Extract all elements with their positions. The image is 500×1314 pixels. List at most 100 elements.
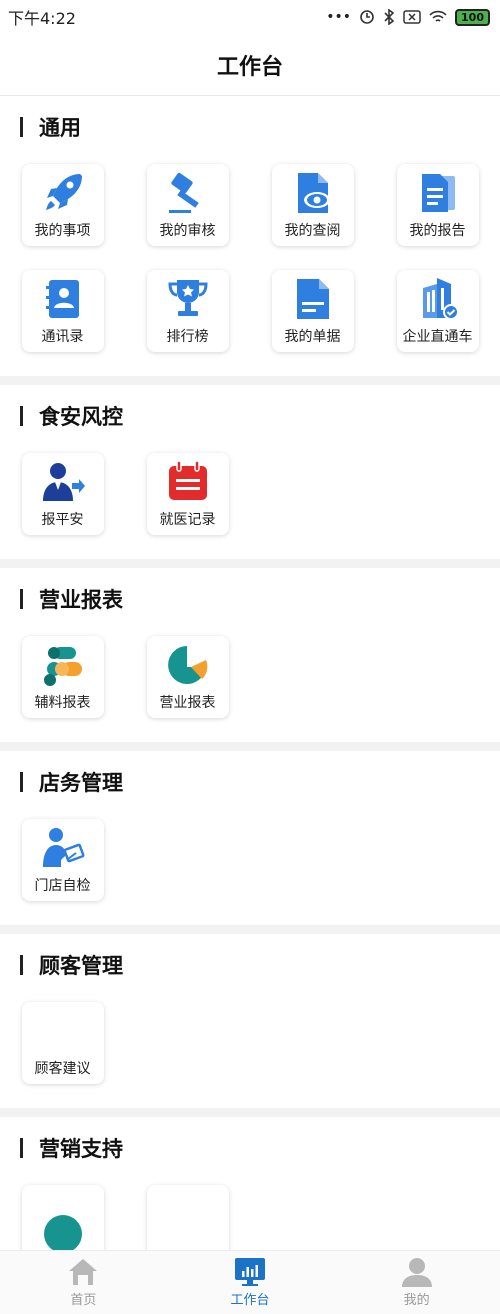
item-my-reads[interactable]: 我的查阅 [271,164,354,246]
section-food-safety: 食安风控 报平安 就医记录 [0,385,500,559]
item-enterprise-express[interactable]: 企业直通车 [396,270,479,352]
section-header: 营业报表 [0,568,500,630]
section-header: 店务管理 [0,751,500,813]
feature-grid [0,1179,500,1250]
rocket-icon [40,170,86,216]
item-label: 顾客建议 [34,1061,91,1077]
building-check-icon [415,276,461,322]
item-my-reviews[interactable]: 我的审核 [146,164,229,246]
section-marker [20,955,23,975]
person-report-icon [40,459,86,505]
section-divider [0,742,500,751]
item-label: 我的报告 [409,223,466,239]
section-divider [0,925,500,934]
pie-chart-icon [165,642,211,688]
section-header: 营销支持 [0,1117,500,1179]
item-report-safe[interactable]: 报平安 [21,453,104,535]
item-label: 门店自检 [34,878,91,894]
status-icons: ••• 100 [326,8,490,26]
contacts-icon [40,276,86,322]
item-label: 辅料报表 [34,695,91,711]
item-medical-records[interactable]: 就医记录 [146,453,229,535]
page-title: 工作台 [216,54,283,80]
feature-grid: 辅料报表 营业报表 [0,630,500,742]
profile-icon [401,1258,432,1287]
item-label: 我的事项 [34,223,91,239]
section-business-reports: 营业报表 辅料报表 营业报表 [0,568,500,742]
section-divider [0,559,500,568]
item-leaderboard[interactable]: 排行榜 [146,270,229,352]
section-marker [20,589,23,609]
wifi-icon [429,10,447,22]
item-customer-suggestions[interactable]: 顾客建议 [21,1002,104,1084]
item-label: 就医记录 [159,512,216,528]
materials-icon [40,642,86,688]
section-general: 通用 我的事项 我的审核 我的查阅 我的报告 通讯录 排行榜 我的单据 企业直通… [0,96,500,376]
gavel-icon [165,170,211,216]
tab-label: 工作台 [230,1293,270,1308]
section-title: 顾客管理 [39,954,123,978]
title-bar: 工作台 [0,34,500,96]
teal-circle-icon [40,1211,86,1250]
tab-workbench[interactable]: 工作台 [167,1251,334,1314]
section-divider [0,1108,500,1117]
section-store-management: 店务管理 门店自检 [0,751,500,925]
tab-home[interactable]: 首页 [0,1251,167,1314]
item-label: 我的查阅 [284,223,341,239]
item-label: 我的审核 [159,223,216,239]
trophy-icon [165,276,211,322]
item-label: 营业报表 [159,695,216,711]
dashboard-icon [235,1258,265,1286]
item-marketing-1[interactable] [21,1185,104,1250]
section-header: 食安风控 [0,385,500,447]
report-icon [415,170,461,216]
home-icon [69,1259,98,1285]
item-sales-report[interactable]: 营业报表 [146,636,229,718]
blank-icon [40,1008,86,1054]
section-title: 店务管理 [39,771,123,795]
bluetooth-icon [384,9,395,25]
item-label: 我的单据 [284,329,341,345]
item-my-tasks[interactable]: 我的事项 [21,164,104,246]
section-marker [20,772,23,792]
section-title: 通用 [39,116,81,140]
item-contacts[interactable]: 通讯录 [21,270,104,352]
feature-grid: 报平安 就医记录 [0,447,500,559]
item-label: 通讯录 [41,329,84,345]
section-header: 顾客管理 [0,934,500,996]
feature-grid: 我的事项 我的审核 我的查阅 我的报告 通讯录 排行榜 我的单据 企业直通车 [0,158,500,376]
workbench-content[interactable]: 通用 我的事项 我的审核 我的查阅 我的报告 通讯录 排行榜 我的单据 企业直通… [0,96,500,1250]
section-marker [20,117,23,137]
item-store-self-check[interactable]: 门店自检 [21,819,104,901]
tab-label: 我的 [403,1293,430,1308]
bottom-tab-bar: 首页 工作台 我的 [0,1250,500,1314]
section-marker [20,406,23,426]
tab-mine[interactable]: 我的 [333,1251,500,1314]
document-eye-icon [290,170,336,216]
battery-indicator: 100 [455,8,490,26]
tab-label: 首页 [70,1293,97,1308]
calendar-record-icon [165,459,211,505]
item-label: 报平安 [41,512,84,528]
feature-grid: 顾客建议 [0,996,500,1108]
item-label: 排行榜 [166,329,209,345]
item-marketing-2[interactable] [146,1185,229,1250]
bill-icon [290,276,336,322]
item-my-reports[interactable]: 我的报告 [396,164,479,246]
section-title: 食安风控 [39,405,123,429]
status-time: 下午4:22 [8,9,76,28]
item-label: 企业直通车 [402,329,473,345]
section-divider [0,376,500,385]
sim-off-icon [403,10,421,24]
more-dots-icon: ••• [326,9,352,25]
self-check-icon [40,825,86,871]
section-title: 营销支持 [39,1137,123,1161]
feature-grid: 门店自检 [0,813,500,925]
item-my-bills[interactable]: 我的单据 [271,270,354,352]
section-marketing-support: 营销支持 [0,1117,500,1250]
section-marker [20,1138,23,1158]
item-materials-report[interactable]: 辅料报表 [21,636,104,718]
section-header: 通用 [0,96,500,158]
section-customer-management: 顾客管理 顾客建议 [0,934,500,1108]
alarm-icon [360,10,374,24]
